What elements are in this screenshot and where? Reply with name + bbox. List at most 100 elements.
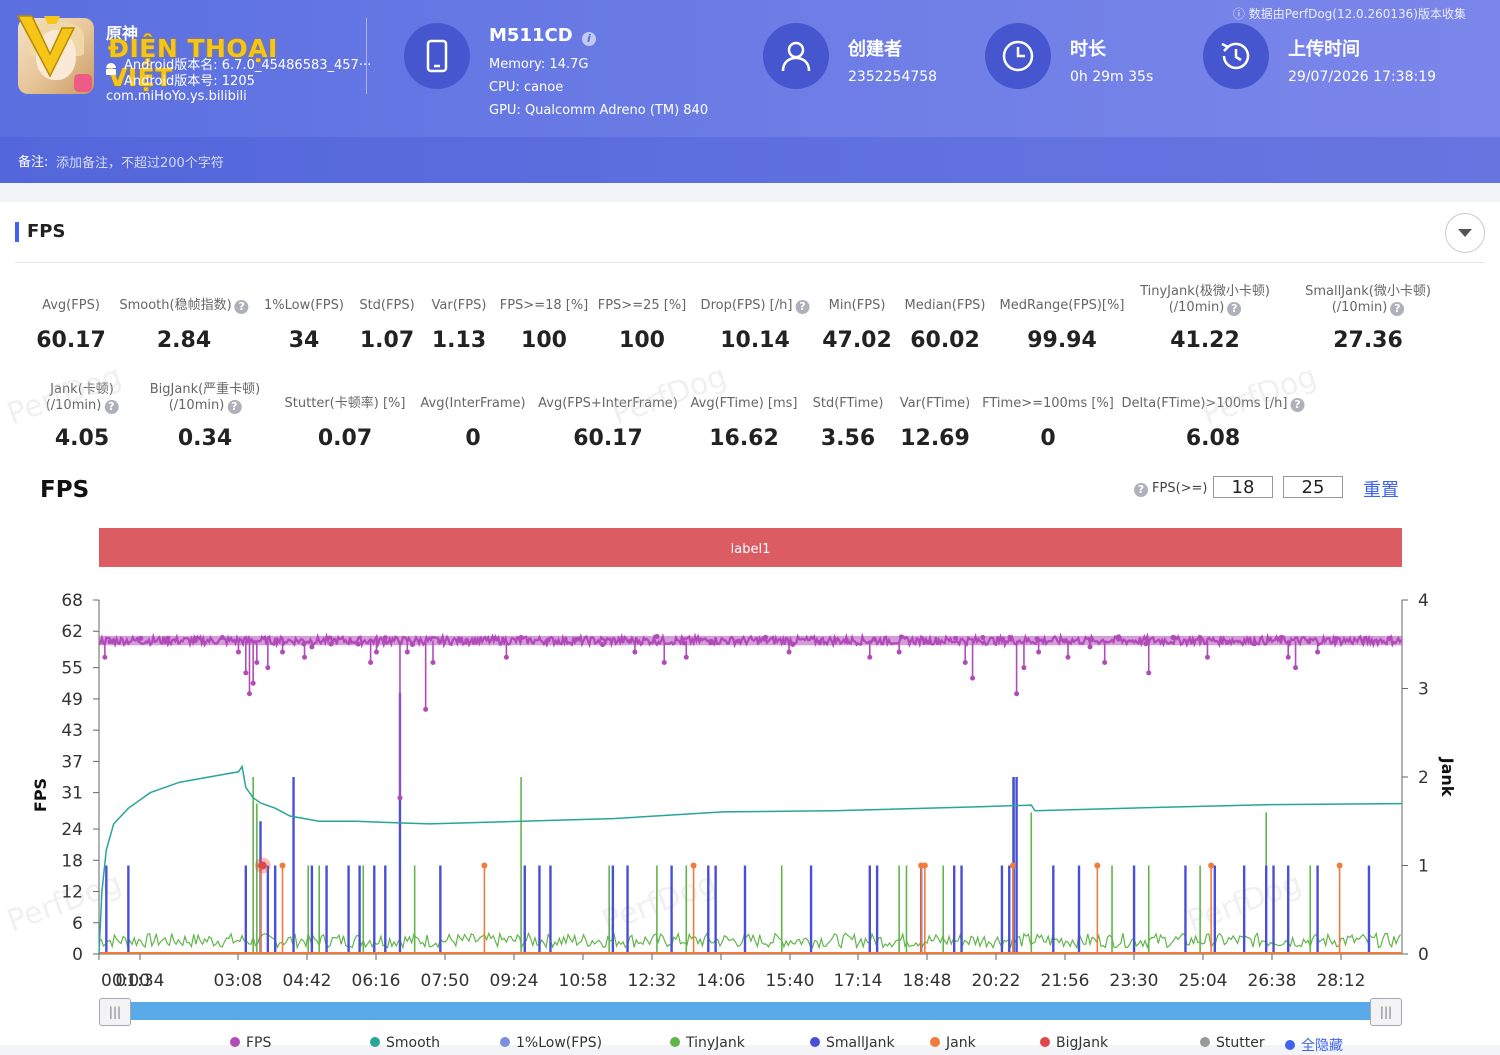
fps-dip-point [1087, 644, 1093, 650]
help-icon[interactable]: ? [1390, 302, 1405, 316]
metric-label-unit: (/10min)? [150, 398, 261, 414]
creator-title: 创建者 [848, 39, 902, 60]
metric-label: SmallJank(微小卡顿) (/10min)? [1305, 284, 1431, 316]
help-icon[interactable]: ? [1227, 302, 1242, 316]
legend-item[interactable]: SmallJank [810, 1035, 895, 1051]
legend-label: Smooth [386, 1035, 441, 1051]
slider-left-handle[interactable]: ||| [99, 998, 131, 1026]
metric-value: 2.84 [156, 328, 212, 353]
fps-dip-point [1293, 665, 1299, 671]
x-tick-label: 18:48 [903, 971, 952, 991]
x-tick-label: 23:30 [1110, 971, 1159, 991]
help-icon[interactable]: ? [795, 300, 810, 314]
jank-marker [279, 862, 286, 869]
fps-dip-point [368, 659, 374, 665]
metric-label-text: Avg(FPS+InterFrame) [538, 396, 678, 411]
legend-item[interactable]: TinyJank [670, 1035, 745, 1051]
y-tick-label: 43 [61, 721, 83, 741]
fps-point [763, 634, 769, 640]
y2-axis-title: Jank [1438, 757, 1457, 797]
y-tick-label: 37 [61, 752, 83, 772]
fps-point [1061, 638, 1067, 644]
y-tick-label: 49 [61, 690, 83, 710]
legend-item[interactable]: Jank [930, 1035, 976, 1051]
android-version-code: Android版本号: 1205 [124, 74, 255, 89]
device-info-icon[interactable]: i [581, 32, 596, 46]
user-icon [763, 23, 829, 89]
metric-label: Avg(InterFrame) [420, 396, 525, 412]
help-icon[interactable]: ? [104, 400, 119, 414]
metric-label: Std(FTime) [813, 396, 884, 412]
legend-item[interactable]: Smooth [370, 1035, 440, 1051]
x-tick-label: 10:58 [559, 971, 608, 991]
chart-title: FPS [40, 477, 90, 503]
header-divider [366, 18, 367, 94]
metric-label: Jank(卡顿) (/10min)? [46, 382, 119, 414]
metric-value: 1.07 [359, 328, 415, 353]
x-tick-label: 07:50 [421, 971, 470, 991]
fps-dip-point [1021, 665, 1027, 671]
info-icon: ⓘ [1232, 7, 1249, 21]
fps-threshold-high-input[interactable] [1283, 476, 1343, 498]
fps-point [681, 640, 687, 646]
fps-dip-point [102, 654, 108, 660]
fps-chart[interactable]: 061218243137434955626801234FPS Jank00:000… [0, 580, 1500, 1000]
fps-point [572, 637, 578, 643]
metric-label-text: SmallJank(微小卡顿) [1305, 284, 1431, 299]
help-icon[interactable]: ? [234, 300, 249, 314]
fps-point [165, 635, 171, 641]
y-tick-label: 0 [72, 945, 83, 965]
legend-item[interactable]: 1%Low(FPS) [500, 1035, 602, 1051]
metric-value: 3.56 [820, 426, 876, 451]
metric-label-text: Jank(卡顿) [50, 382, 114, 397]
x-tick-label: 12:32 [628, 971, 677, 991]
slider-right-handle[interactable]: ||| [1370, 998, 1402, 1026]
slider-track[interactable] [99, 1002, 1402, 1020]
label-band[interactable]: label1 [99, 528, 1402, 567]
metric-value: 0.34 [177, 426, 233, 451]
fps-dip-point [423, 706, 429, 712]
legend-marker [810, 1037, 820, 1047]
metric-label-text: Delta(FTime)>100ms [/h]? [1122, 396, 1305, 412]
device-cpu: CPU: canoe [489, 80, 564, 95]
legend-item[interactable]: FPS [230, 1035, 271, 1051]
chart-legend: FPS Smooth 1%Low(FPS) TinyJank SmallJank Jank… [230, 1035, 1430, 1055]
bigjank-marker [258, 861, 267, 870]
fps-dip-point [1146, 670, 1152, 676]
help-icon[interactable]: ? [227, 400, 242, 414]
fps-point [111, 639, 117, 645]
metric-label-text: Avg(FPS) [42, 298, 100, 313]
time-range-slider[interactable]: ||| ||| [99, 998, 1402, 1026]
metric-value: 47.02 [822, 328, 892, 353]
fps-point [1116, 634, 1122, 640]
fps-point [138, 635, 144, 641]
fps-dip-point [962, 659, 968, 665]
collapse-button[interactable] [1445, 213, 1485, 253]
fps-threshold-low-input[interactable] [1213, 476, 1273, 498]
fps-point [898, 634, 904, 640]
fps-point [518, 634, 524, 640]
metric-label-text: Stutter(卡顿率) [%] [284, 396, 406, 411]
fps-point [844, 638, 850, 644]
metric-label-text: BigJank(严重卡顿) [149, 382, 261, 397]
fps-dip-point [302, 654, 308, 660]
metric-label: Drop(FPS) [/h]? [701, 298, 810, 314]
fps-point [1143, 641, 1149, 647]
fps-dip-point [1036, 649, 1042, 655]
fps-point [274, 637, 280, 643]
y-tick-label: 6 [72, 914, 83, 934]
reset-button[interactable]: 重置 [1363, 476, 1399, 502]
x-tick-label: 03:08 [214, 971, 263, 991]
legend-item[interactable]: BigJank [1040, 1035, 1108, 1051]
legend-item[interactable]: 全隐藏 [1285, 1035, 1343, 1055]
fps-dip-point [867, 654, 873, 660]
legend-label: FPS [246, 1035, 272, 1051]
metric-label-text: Avg(InterFrame) [420, 396, 526, 411]
help-icon[interactable]: ? [1134, 483, 1148, 497]
fps-dip-point [250, 680, 256, 686]
legend-marker [230, 1037, 240, 1047]
help-icon[interactable]: ? [1290, 398, 1305, 412]
fps-dip-point [254, 659, 260, 665]
legend-item[interactable]: Stutter [1200, 1035, 1265, 1051]
note-input[interactable]: 添加备注，不超过200个字符 [56, 152, 224, 171]
